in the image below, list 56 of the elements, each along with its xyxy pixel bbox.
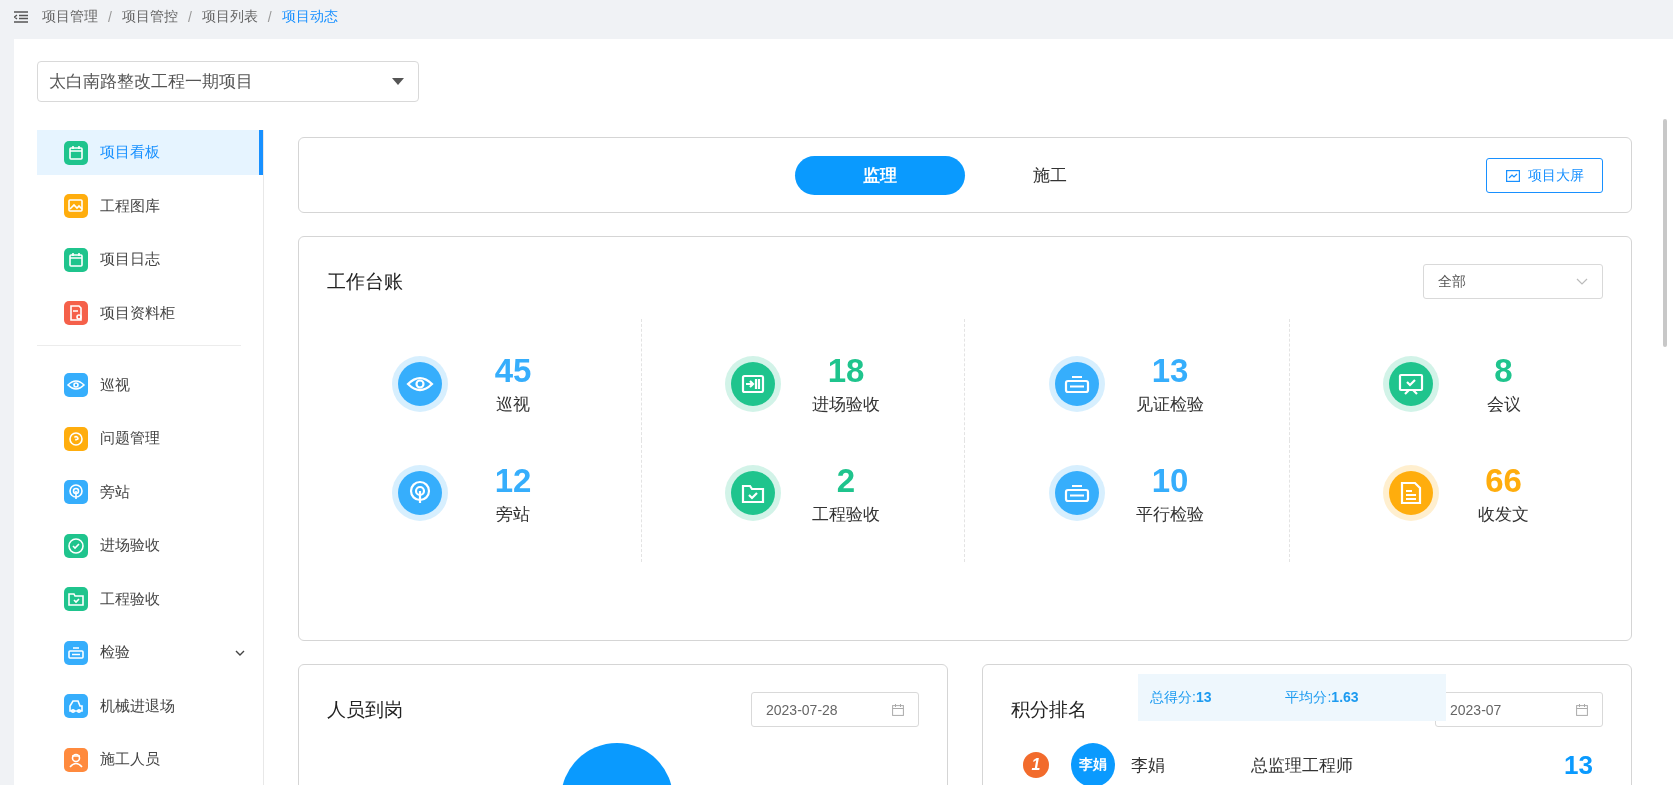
stat-label: 进场验收 <box>812 394 880 416</box>
stat-label: 平行检验 <box>1136 503 1204 526</box>
stat-value: 18 <box>827 351 865 391</box>
stat-value: 10 <box>1151 460 1189 501</box>
sidebar-item[interactable]: 机械进退场 <box>37 683 263 729</box>
stat-value: 12 <box>494 460 532 501</box>
filter-select[interactable]: 全部 <box>1423 264 1603 299</box>
stat-label: 工程验收 <box>812 503 880 526</box>
card-title: 工作台账 <box>327 269 403 294</box>
stat-value: 45 <box>494 351 532 391</box>
sidebar-item[interactable]: 巡视 <box>37 362 263 408</box>
mode-tab[interactable]: 施工 <box>965 155 1135 195</box>
sidebar-item[interactable]: 项目资料柜 <box>37 290 263 336</box>
avatar: 李娟 <box>1071 743 1115 785</box>
stat-value: 66 <box>1485 460 1522 501</box>
breadcrumb-separator: / <box>108 8 112 25</box>
calendar-icon <box>892 703 904 716</box>
stat-label: 巡视 <box>496 394 530 416</box>
project-select[interactable]: 太白南路整改工程一期项目 <box>37 61 419 102</box>
sidebar-item[interactable]: 工程图库 <box>37 183 263 229</box>
sidebar-item[interactable]: 施工人员 <box>37 737 263 782</box>
breadcrumb-item[interactable]: 项目列表 <box>201 7 258 26</box>
breadcrumb-separator: / <box>187 8 192 25</box>
stat-value: 8 <box>1494 351 1513 391</box>
sidebar-item[interactable]: 检验 <box>37 630 263 675</box>
date-field[interactable]: 2023-07-28 <box>751 692 919 727</box>
card-title: 人员到岗 <box>327 697 403 722</box>
scrollbar-thumb[interactable] <box>1663 119 1667 347</box>
stat-label: 旁站 <box>496 503 530 526</box>
sidebar-item[interactable]: 进场验收 <box>37 523 263 568</box>
chevron-down-icon[interactable] <box>235 649 245 656</box>
sidebar-item[interactable]: 旁站 <box>37 469 263 515</box>
person-role: 总监理工程师 <box>1251 754 1353 777</box>
rank-badge: 1 <box>1023 752 1049 778</box>
stat-label: 会议 <box>1486 394 1521 416</box>
breadcrumb-item[interactable]: 项目管控 <box>121 7 178 26</box>
caret-down-icon <box>392 78 404 85</box>
sidebar-item[interactable]: 工程验收 <box>37 576 263 622</box>
breadcrumb-item: 项目动态 <box>281 7 338 26</box>
breadcrumb-item[interactable]: 项目管理 <box>42 7 98 26</box>
sidebar-item[interactable]: 问题管理 <box>37 416 263 461</box>
average-score: 平均分:1.63 <box>1285 688 1359 707</box>
person-name: 李娟 <box>1131 754 1166 777</box>
stat-label: 见证检验 <box>1136 394 1204 416</box>
chart-line-icon <box>1505 169 1520 182</box>
card-title: 积分排名 <box>1011 697 1087 722</box>
chevron-down-icon <box>1576 278 1588 285</box>
person-score: 13 <box>1564 749 1593 781</box>
stat-label: 收发文 <box>1478 503 1529 526</box>
stat-value: 2 <box>836 460 856 501</box>
calendar-icon <box>1576 703 1588 716</box>
total-score: 总得分:13 <box>1150 688 1212 707</box>
stat-value: 13 <box>1151 351 1189 391</box>
breadcrumb-separator: / <box>267 8 272 25</box>
menu-fold-icon[interactable] <box>14 10 28 23</box>
sidebar-item[interactable]: 项目日志 <box>37 237 263 282</box>
